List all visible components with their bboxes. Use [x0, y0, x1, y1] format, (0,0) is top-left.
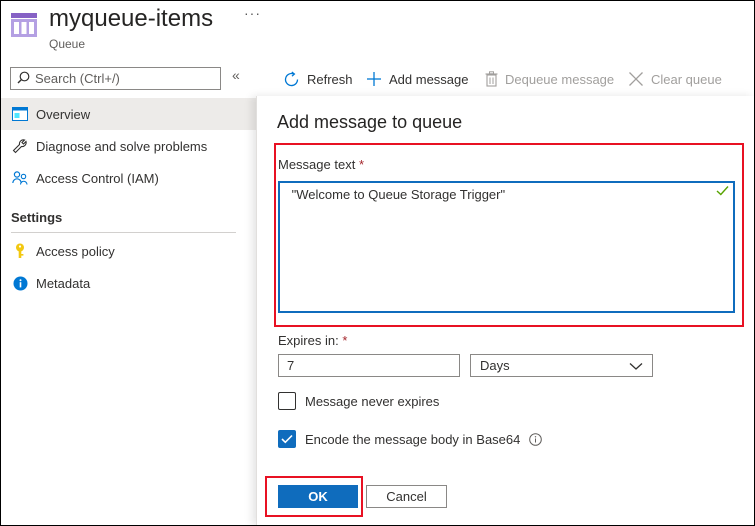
base64-option[interactable]: Encode the message body in Base64: [278, 430, 543, 448]
page-title: myqueue-items: [49, 5, 214, 32]
search-icon: [17, 71, 30, 87]
close-icon: [628, 71, 644, 87]
queue-icon: [11, 13, 37, 37]
never-expires-checkbox[interactable]: [278, 392, 296, 410]
trash-icon: [485, 71, 498, 87]
sidebar-item-diagnose[interactable]: Diagnose and solve problems: [0, 130, 256, 162]
clear-queue-button[interactable]: Clear queue: [628, 68, 722, 90]
checkmark-icon: [281, 434, 293, 444]
collapse-sidebar-button[interactable]: «: [232, 67, 240, 83]
add-message-button[interactable]: Add message: [366, 68, 469, 90]
sidebar-item-label: Overview: [36, 106, 91, 122]
required-marker: *: [358, 157, 365, 172]
info-icon[interactable]: [529, 432, 543, 446]
expires-in-label-text: Expires in:: [278, 333, 339, 348]
sidebar-item-label: Access policy: [36, 243, 115, 259]
search-input[interactable]: [35, 71, 215, 86]
panel-title: Add message to queue: [277, 112, 463, 132]
base64-checkbox[interactable]: [278, 430, 296, 448]
chevron-down-icon: [629, 359, 643, 376]
key-icon: [12, 243, 28, 259]
expires-in-input[interactable]: [278, 354, 460, 377]
sidebar-item-metadata[interactable]: Metadata: [0, 267, 256, 299]
base64-label: Encode the message body in Base64: [305, 431, 521, 447]
never-expires-option[interactable]: Message never expires: [278, 392, 439, 410]
cancel-button[interactable]: Cancel: [366, 485, 447, 508]
required-marker: *: [342, 333, 348, 348]
message-text-label: Message text *: [278, 157, 364, 172]
sidebar-item-label: Metadata: [36, 275, 91, 291]
info-icon: [12, 275, 28, 291]
add-message-label: Add message: [389, 71, 469, 87]
valid-check-icon: [716, 184, 729, 199]
never-expires-label: Message never expires: [305, 393, 440, 409]
sidebar-item-label: Access Control (IAM): [36, 170, 159, 186]
ok-button[interactable]: OK: [278, 485, 358, 508]
expiry-unit-selected: Days: [480, 358, 510, 373]
add-message-panel: Add message to queue Message text * "Wel…: [256, 96, 755, 526]
search-box[interactable]: [10, 67, 221, 90]
expires-in-label: Expires in: *: [278, 333, 347, 348]
command-bar: Refresh Add message Dequeue message Clea…: [256, 62, 755, 96]
more-options-button[interactable]: ···: [244, 5, 261, 21]
sidebar-item-access-policy[interactable]: Access policy: [0, 235, 256, 267]
refresh-icon: [283, 70, 300, 88]
sidebar-item-label: Diagnose and solve problems: [36, 138, 208, 154]
message-text-label-text: Message text: [278, 157, 356, 172]
refresh-button[interactable]: Refresh: [283, 68, 353, 90]
section-header-settings: Settings: [11, 210, 63, 225]
people-icon: [12, 170, 28, 186]
message-text-input[interactable]: "Welcome to Queue Storage Trigger": [278, 181, 735, 313]
wrench-icon: [12, 138, 28, 154]
overview-icon: [12, 106, 28, 122]
page-header: myqueue-items ··· Queue: [0, 0, 755, 62]
sidebar-item-access-control[interactable]: Access Control (IAM): [0, 162, 256, 194]
dequeue-message-label: Dequeue message: [505, 71, 615, 87]
clear-queue-label: Clear queue: [651, 71, 722, 87]
plus-icon: [366, 71, 382, 87]
page-subtitle: Queue: [49, 37, 86, 51]
dequeue-message-button[interactable]: Dequeue message: [485, 68, 614, 90]
sidebar-item-overview[interactable]: Overview: [0, 98, 256, 130]
refresh-label: Refresh: [307, 71, 353, 87]
section-divider: [11, 232, 236, 233]
expiry-unit-dropdown[interactable]: Days: [470, 354, 653, 377]
